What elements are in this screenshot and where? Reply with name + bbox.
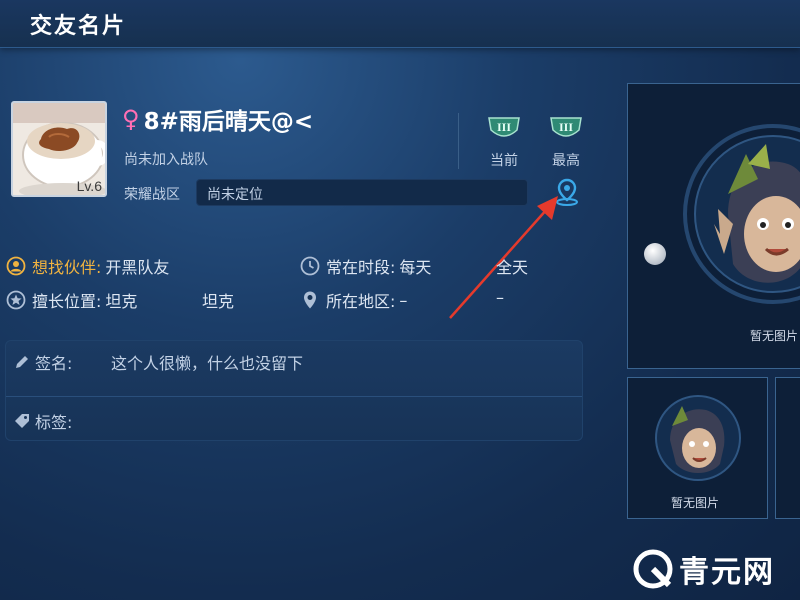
placeholder-portrait: 暂无图片	[683, 124, 800, 343]
name-row: ♀ 8#雨后晴天@<	[122, 102, 313, 136]
avatar[interactable]: Lv.6	[11, 101, 107, 197]
level-label: Lv.6	[76, 178, 102, 194]
region-row: 所在地区: –	[300, 288, 407, 312]
map-pin-icon	[304, 291, 316, 309]
zone-label: 荣耀战区	[124, 187, 180, 203]
time-value: 每天	[399, 258, 432, 277]
region-value-2: –	[496, 288, 504, 307]
watermark-text: 青元网	[679, 555, 775, 590]
watermark: 青元网	[633, 547, 775, 591]
signature-row: 签名:	[13, 350, 72, 374]
signature-value: 这个人很懒，什么也没留下	[111, 354, 304, 373]
region-label: 所在地区:	[326, 292, 396, 311]
photo-slot-small[interactable]: 暂无图片	[627, 377, 768, 519]
region-value: –	[399, 290, 408, 310]
position-row: 擅长位置: 坦克	[6, 288, 137, 312]
position-value: 坦克	[105, 292, 138, 311]
rank-badge-icon: III	[550, 117, 582, 137]
rank-divider	[458, 113, 459, 169]
star-icon	[6, 290, 26, 310]
panel-divider	[6, 396, 582, 397]
team-status: 尚未加入战队	[124, 152, 208, 168]
tag-icon	[15, 414, 29, 428]
top-bar: 交友名片	[0, 0, 800, 48]
photo-slot-small-2[interactable]	[775, 377, 800, 519]
partner-row: 想找伙伴: 开黑队友	[6, 254, 169, 278]
svg-text:III: III	[559, 120, 573, 134]
photo-slot-large[interactable]: 暂无图片	[627, 83, 800, 369]
watermark-logo-icon	[633, 549, 673, 589]
female-gender-icon: ♀	[122, 105, 140, 133]
zone-value: 尚未定位	[207, 187, 263, 203]
rank-current[interactable]: III 当前	[484, 116, 524, 170]
pager-dot[interactable]	[644, 243, 666, 265]
svg-text:III: III	[497, 120, 511, 134]
rank-highest[interactable]: III 最高	[546, 116, 586, 170]
user-circle-icon	[6, 256, 26, 276]
rank-badge-icon: III	[488, 117, 520, 137]
pencil-icon	[16, 356, 28, 368]
photo-large-caption: 暂无图片	[750, 329, 798, 343]
signature-panel: 签名: 这个人很懒，什么也没留下 标签:	[5, 340, 583, 441]
photo-small-caption: 暂无图片	[671, 496, 720, 510]
partner-label: 想找伙伴:	[32, 258, 102, 277]
time-row: 常在时段: 每天	[300, 254, 431, 278]
partner-value: 开黑队友	[105, 258, 170, 277]
player-name: 8#雨后晴天@<	[143, 109, 314, 135]
time-value-2: 全天	[496, 258, 529, 277]
position-label: 擅长位置:	[32, 292, 102, 311]
tags-label: 标签:	[35, 413, 73, 432]
position-value-2: 坦克	[202, 292, 235, 311]
rank-current-label: 当前	[490, 153, 518, 169]
time-label: 常在时段:	[326, 258, 396, 277]
rank-highest-label: 最高	[552, 153, 580, 169]
clock-icon	[300, 256, 320, 276]
tags-row[interactable]: 标签:	[13, 409, 72, 433]
page-title: 交友名片	[30, 14, 127, 39]
signature-label: 签名:	[35, 354, 73, 373]
